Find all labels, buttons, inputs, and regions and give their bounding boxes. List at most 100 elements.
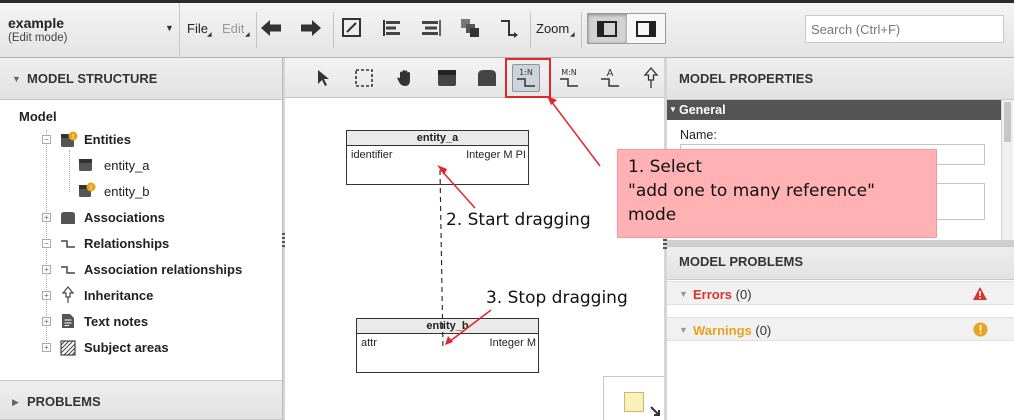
toggle-left-panel-button[interactable] [588, 14, 627, 43]
tree-label: Associations [84, 210, 165, 225]
tree-root-model[interactable]: Model [19, 106, 57, 126]
toggle-right-panel-button[interactable] [627, 14, 666, 43]
errors-count: (0) [735, 287, 752, 302]
undo-arrow-icon[interactable] [259, 16, 283, 40]
note-icon [60, 313, 76, 332]
problems-title: PROBLEMS [27, 394, 101, 409]
inheritance-icon [60, 286, 76, 307]
file-menu[interactable]: File [187, 21, 208, 36]
warning-circle-icon [973, 322, 988, 337]
entity-warning-icon: ! [78, 182, 96, 203]
step2-annotation: 2. Start dragging [446, 210, 591, 230]
tree-label: entity_b [104, 184, 150, 199]
dropdown-caret-icon: ▼ [165, 23, 174, 33]
tree-label: Text notes [84, 314, 149, 329]
tree-label: Inheritance [84, 288, 154, 303]
tree-guide-line [69, 150, 70, 192]
tree-label: Model [19, 108, 57, 124]
problems-panel-header[interactable]: ▶ PROBLEMS [0, 380, 282, 420]
tree-label: Subject areas [84, 340, 169, 355]
collapse-toggle[interactable]: − [42, 239, 51, 248]
collapse-triangle-icon: ▼ [679, 325, 688, 335]
properties-scrollbar[interactable] [1001, 100, 1013, 240]
tree-label: entity_a [104, 158, 150, 173]
entity-warning-icon: ! [60, 131, 78, 152]
model-structure-header[interactable]: ▼ MODEL STRUCTURE [0, 58, 282, 100]
expand-toggle[interactable]: + [42, 213, 51, 222]
model-properties-header[interactable]: MODEL PROPERTIES [667, 58, 1014, 100]
errors-label: Errors (0) [693, 287, 752, 302]
step2-arrow-head [437, 165, 447, 175]
search-input[interactable] [805, 15, 1004, 43]
minimap-resize-icon[interactable] [649, 405, 663, 419]
warnings-text: Warnings [693, 323, 752, 338]
general-section-title: General [679, 103, 726, 117]
model-properties-title: MODEL PROPERTIES [679, 71, 814, 86]
step3-arrow-line [448, 309, 492, 343]
tree-label: Relationships [84, 236, 170, 251]
callout-line-2: "add one to many reference" [628, 181, 875, 201]
name-label: Name: [680, 128, 717, 142]
toolbar-separator [530, 12, 531, 48]
edit-pencil-icon[interactable] [340, 16, 364, 40]
model-problems-title: MODEL PROBLEMS [679, 254, 803, 269]
errors-row[interactable]: ▼ Errors (0) [667, 281, 1014, 305]
model-structure-title: MODEL STRUCTURE [27, 71, 158, 86]
drag-overlay [437, 165, 492, 351]
step3-annotation: 3. Stop dragging [486, 288, 628, 308]
expand-triangle-icon: ▶ [12, 397, 19, 407]
relationship-icon [60, 262, 76, 281]
callout-line-3: mode [628, 205, 677, 225]
step1-callout: 1. Select "add one to many reference" mo… [617, 149, 937, 238]
connector-style-icon[interactable] [497, 16, 521, 40]
toolbar-separator [581, 12, 582, 48]
minimap-viewport[interactable] [624, 392, 644, 412]
collapse-triangle-icon: ▼ [12, 74, 21, 84]
association-icon [60, 210, 76, 229]
project-name: example [8, 15, 65, 31]
tree-label: Association relationships [84, 262, 243, 277]
model-structure-panel: ▼ MODEL STRUCTURE Model − ! Entities ent… [0, 58, 283, 420]
expand-toggle[interactable]: + [42, 317, 51, 326]
file-menu-caret-icon: ◢ [207, 32, 212, 38]
step2-arrow-line [440, 169, 476, 209]
collapse-toggle[interactable]: − [42, 135, 51, 144]
edit-menu-caret-icon: ◢ [245, 32, 250, 38]
distribute-icon[interactable] [419, 16, 443, 40]
edit-menu[interactable]: Edit [222, 21, 244, 36]
drag-dashed-line [439, 169, 444, 351]
expand-toggle[interactable]: + [42, 291, 51, 300]
warnings-count: (0) [755, 323, 772, 338]
subject-area-icon [60, 340, 76, 359]
expand-toggle[interactable]: + [42, 265, 51, 274]
tree-label: Entities [84, 132, 131, 147]
zoom-menu-caret-icon: ◢ [570, 32, 575, 38]
model-properties-panel: MODEL PROPERTIES ▼ General Name: MODEL P… [667, 58, 1014, 420]
align-icon[interactable] [380, 16, 404, 40]
model-problems-header[interactable]: MODEL PROBLEMS [667, 246, 1014, 280]
warnings-label: Warnings (0) [693, 323, 771, 338]
toolbar-separator [333, 12, 334, 48]
collapse-triangle-icon: ▼ [679, 289, 688, 299]
general-section-bar[interactable]: ▼ General [667, 100, 1001, 120]
minimap[interactable] [603, 376, 665, 420]
warnings-row[interactable]: ▼ Warnings (0) [667, 317, 1014, 341]
project-selector[interactable]: example (Edit mode) ▼ [0, 3, 180, 57]
redo-arrow-icon[interactable] [299, 16, 323, 40]
errors-text: Errors [693, 287, 733, 302]
error-warning-triangle-icon [973, 287, 987, 300]
diagram-canvas[interactable]: 1:N M:N A entity_a identifier Integer M … [285, 58, 665, 420]
top-toolbar: example (Edit mode) ▼ File ◢ Edit ◢ Zoom… [0, 0, 1014, 58]
svg-text:!: ! [72, 133, 75, 141]
callout-line-1: 1. Select [628, 157, 703, 177]
svg-text:!: ! [90, 184, 93, 192]
arrange-layers-icon[interactable] [458, 16, 482, 40]
expand-toggle[interactable]: + [42, 343, 51, 352]
relationship-icon [60, 236, 76, 255]
entity-icon [78, 157, 94, 176]
toolbar-separator [256, 12, 257, 48]
scrollbar-thumb[interactable] [1004, 102, 1011, 142]
zoom-menu[interactable]: Zoom [536, 21, 569, 36]
collapse-triangle-icon: ▼ [669, 105, 677, 114]
panel-toggle-group [587, 13, 666, 44]
